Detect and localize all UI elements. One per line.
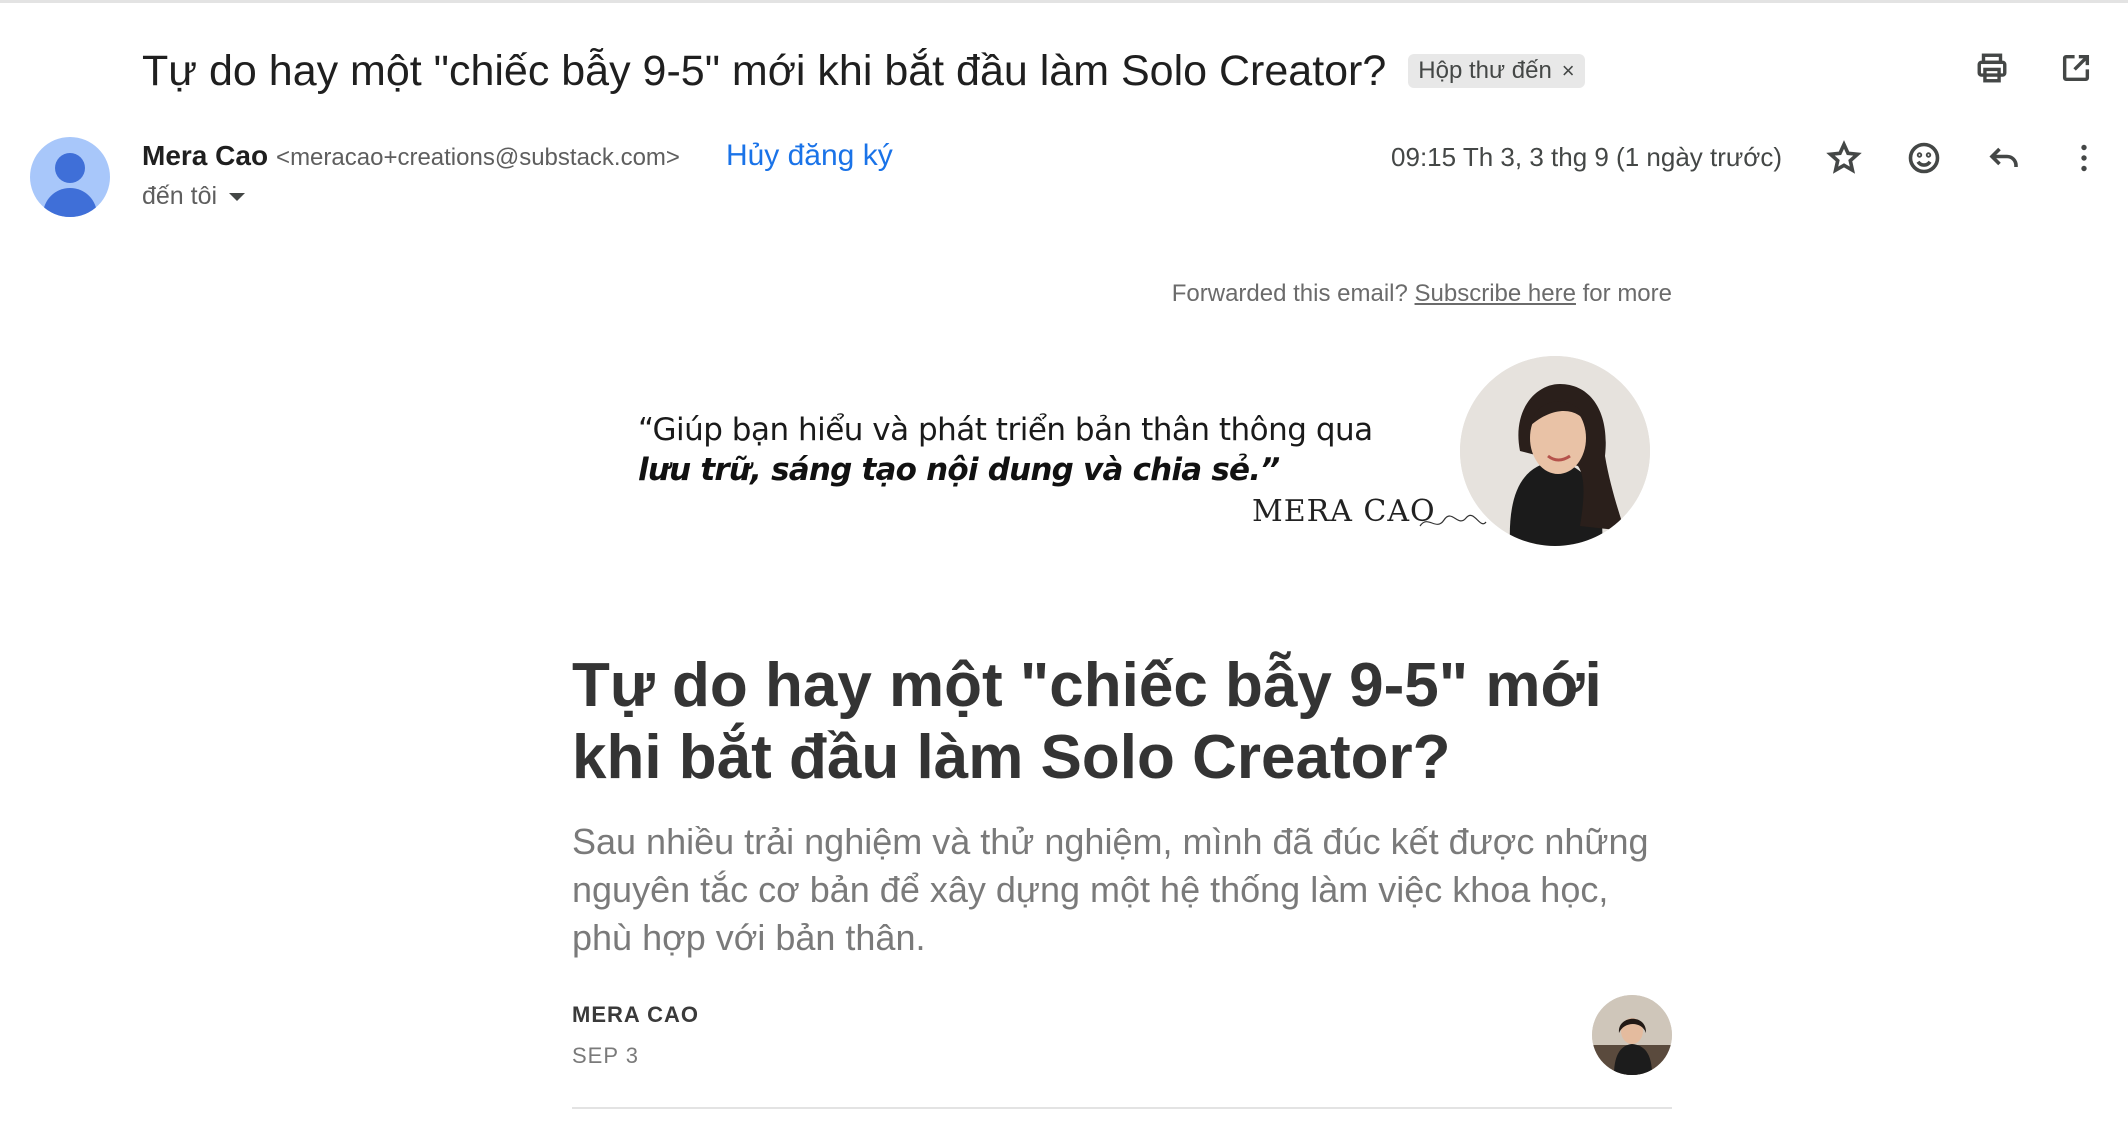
article-title[interactable]: Tự do hay một "chiếc bẫy 9-5" mới khi bắ… <box>572 650 1632 794</box>
forwarded-notice: Forwarded this email? Subscribe here for… <box>1172 280 1672 308</box>
banner-signature: MERA CAO <box>1252 494 1436 529</box>
sender-email: <meracao+creations@substack.com> <box>276 144 680 171</box>
banner-quote-line-2: lưu trữ, sáng tạo nội dung và chia sẻ.” <box>638 452 1280 488</box>
article-subtitle: Sau nhiều trải nghiệm và thử nghiệm, mìn… <box>572 821 1649 958</box>
subscribe-link[interactable]: Subscribe here <box>1415 280 1576 307</box>
message-actions <box>1822 136 2106 180</box>
article-date: SEP 3 <box>572 1043 639 1068</box>
label-text: Hộp thư đến <box>1418 57 1552 84</box>
remove-label-button[interactable]: × <box>1562 58 1575 84</box>
signature-flourish <box>1419 514 1487 527</box>
sender-info: Mera Cao <meracao+creations@substack.com… <box>142 139 893 173</box>
email-timestamp: 09:15 Th 3, 3 thg 9 (1 ngày trước) <box>1391 142 1782 172</box>
more-vert-icon[interactable] <box>2062 136 2106 180</box>
inbox-label-chip[interactable]: Hộp thư đến × <box>1408 54 1585 88</box>
chevron-down-icon <box>229 192 246 201</box>
newsletter-banner: “Giúp bạn hiểu và phát triển bản thân th… <box>638 356 1654 546</box>
open-in-new-window-icon[interactable] <box>2054 46 2098 90</box>
sender-name[interactable]: Mera Cao <box>142 140 268 172</box>
article-author[interactable]: MERA CAO <box>572 1002 699 1028</box>
subject-row: Tự do hay một "chiếc bẫy 9-5" mới khi bắ… <box>142 38 1585 104</box>
reply-icon[interactable] <box>1982 136 2026 180</box>
sender-avatar[interactable] <box>30 137 110 217</box>
forwarded-text: Forwarded this email? <box>1171 280 1408 307</box>
banner-quote-line-1: “Giúp bạn hiểu và phát triển bản thân th… <box>638 412 1373 448</box>
author-avatar[interactable] <box>1592 995 1672 1075</box>
content-divider <box>572 1107 1672 1109</box>
forwarded-suffix: for more <box>1582 280 1672 307</box>
recipient-details-toggle[interactable]: đến tôi <box>142 182 246 211</box>
print-icon[interactable] <box>1970 46 2014 90</box>
header-actions <box>1970 46 2098 90</box>
top-divider <box>0 0 2128 3</box>
author-portrait <box>1460 356 1650 546</box>
star-icon[interactable] <box>1822 136 1866 180</box>
email-subject: Tự do hay một "chiếc bẫy 9-5" mới khi bắ… <box>142 46 1387 95</box>
emoji-icon[interactable] <box>1902 136 1946 180</box>
recipient-label: đến tôi <box>142 182 218 210</box>
unsubscribe-link[interactable]: Hủy đăng ký <box>726 139 893 173</box>
